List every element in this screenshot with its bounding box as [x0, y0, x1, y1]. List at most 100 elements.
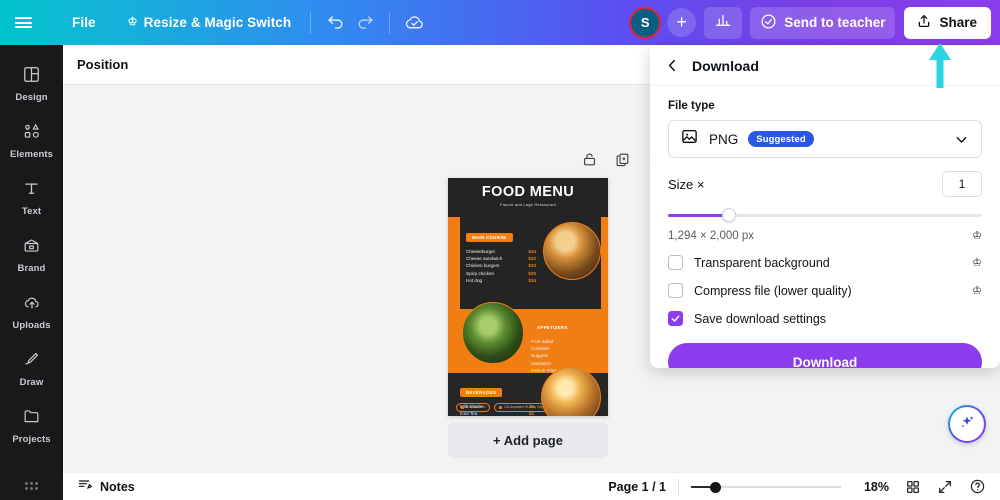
- option-save-download-settings[interactable]: Save download settings: [668, 311, 982, 326]
- sidebar-item-brand[interactable]: Brand: [0, 226, 63, 283]
- file-type-label: File type: [668, 100, 715, 112]
- sidebar-item-text[interactable]: Text: [0, 169, 63, 226]
- add-collaborator-button[interactable]: +: [667, 8, 697, 37]
- more-apps-icon[interactable]: [25, 482, 38, 490]
- download-button[interactable]: Download: [668, 343, 982, 368]
- checkbox-checked[interactable]: [668, 311, 683, 326]
- menu-section-appetizers: APPETIZERS Fruit Salad $3 Cocktails $2 Nug…: [531, 316, 601, 374]
- menu-item-name: Cheeseburger: [466, 249, 496, 254]
- send-to-teacher-label: Send to teacher: [784, 15, 886, 30]
- design-title: FOOD MENU: [481, 184, 575, 200]
- help-icon[interactable]: [969, 478, 986, 495]
- menu-item-name: Spicy chicken: [466, 270, 495, 276]
- cloud-saved-icon[interactable]: [399, 8, 429, 38]
- design-footer: 123-456-7890 123 Anywhere St., Any City: [456, 402, 548, 412]
- size-input[interactable]: 1: [942, 171, 982, 197]
- canva-editor: File ♔ Resize & Magic Switch S + Send to…: [0, 0, 1000, 500]
- menu-item: Chicken burgers $33: [466, 262, 536, 269]
- fullscreen-icon[interactable]: [937, 479, 953, 495]
- zoom-slider[interactable]: [691, 480, 841, 494]
- output-dimensions-row: 1,294 × 2,000 px ♔: [668, 229, 982, 243]
- send-to-teacher-button[interactable]: Send to teacher: [750, 6, 896, 39]
- download-panel-title: Download: [692, 57, 759, 74]
- share-label: Share: [939, 15, 977, 30]
- avatar[interactable]: S: [625, 3, 665, 43]
- menu-item-price: $34: [528, 277, 536, 283]
- analytics-button[interactable]: [704, 6, 743, 39]
- bottom-bar: Notes Page 1 / 1 18%: [63, 472, 1000, 500]
- menu-item: Cocktails $2: [531, 345, 601, 352]
- undo-icon[interactable]: [320, 8, 350, 38]
- add-page-button[interactable]: + Add page: [448, 422, 608, 458]
- menu-item-name: Sandwich: [531, 360, 551, 366]
- magic-studio-button[interactable]: [948, 405, 986, 443]
- lock-icon[interactable]: [581, 151, 598, 168]
- sidebar-item-label: Projects: [12, 433, 51, 445]
- chevron-down-icon[interactable]: [953, 131, 970, 148]
- size-slider[interactable]: [668, 208, 982, 222]
- sidebar-item-label: Elements: [9, 148, 54, 160]
- share-button[interactable]: Share: [904, 6, 991, 39]
- file-type-value: PNG: [709, 131, 739, 147]
- sidebar-item-uploads[interactable]: Uploads: [0, 283, 63, 340]
- menu-item: Nuggets $4: [531, 352, 601, 359]
- menu-item-price: $32: [528, 256, 536, 262]
- output-dimensions: 1,294 × 2,000 px: [668, 229, 755, 242]
- design-page-thumbnail[interactable]: FOOD MENU Faucet and Lage Restaurant MAI…: [448, 178, 608, 416]
- share-upload-icon: [916, 13, 932, 32]
- back-chevron-icon[interactable]: [664, 57, 681, 74]
- sidebar-item-label: Text: [21, 205, 42, 217]
- redo-icon[interactable]: [350, 8, 380, 38]
- checkbox[interactable]: [668, 255, 683, 270]
- crown-icon: ♔: [127, 16, 138, 28]
- avatar-initial: S: [630, 8, 660, 37]
- file-type-select[interactable]: PNG Suggested: [668, 120, 982, 158]
- download-panel-header: Download: [650, 46, 1000, 86]
- menu-item-price: $4: [595, 353, 601, 359]
- menu-item-price: $33: [528, 263, 536, 269]
- notes-button[interactable]: Notes: [77, 477, 135, 496]
- notes-label: Notes: [100, 479, 135, 494]
- design-subtitle: Faucet and Lage Restaurant: [500, 202, 556, 207]
- suggested-badge: Suggested: [748, 131, 814, 147]
- menu-item-price: $3: [595, 360, 601, 366]
- sidebar-item-elements[interactable]: Elements: [0, 112, 63, 169]
- option-label: Transparent background: [694, 255, 830, 270]
- divider: [389, 11, 391, 34]
- menu-item-name: Cheese sandwich: [466, 256, 503, 262]
- option-label: Save download settings: [694, 311, 827, 326]
- option-label: Compress file (lower quality): [694, 283, 852, 298]
- menu-item: Fruit Salad $3: [531, 338, 601, 345]
- position-button[interactable]: Position: [77, 57, 128, 72]
- file-menu-button[interactable]: File: [62, 9, 106, 36]
- divider: [678, 478, 679, 495]
- duplicate-icon[interactable]: [614, 151, 631, 168]
- sidebar-item-design[interactable]: Design: [0, 55, 63, 112]
- option-compress-file[interactable]: Compress file (lower quality) ♔: [668, 283, 982, 298]
- contact-address-badge: 123 Anywhere St., Any City: [494, 402, 548, 412]
- check-circle-icon: [760, 13, 777, 33]
- menu-item-price: $34: [528, 249, 536, 254]
- menu-item-price: $2: [595, 346, 601, 352]
- checkbox[interactable]: [668, 283, 683, 298]
- address-text: 123 Anywhere St., Any City: [504, 405, 543, 410]
- draw-icon: [22, 350, 41, 374]
- sidebar-item-label: Design: [15, 91, 48, 103]
- resize-magic-switch-button[interactable]: ♔ Resize & Magic Switch: [118, 9, 302, 36]
- divider: [310, 11, 312, 34]
- grid-view-icon[interactable]: [905, 479, 921, 495]
- sidebar-item-draw[interactable]: Draw: [0, 340, 63, 397]
- file-menu-label: File: [72, 15, 96, 30]
- size-slider-knob[interactable]: [722, 208, 736, 222]
- zoom-knob[interactable]: [710, 481, 721, 493]
- menu-section-main-course: MAIN COURSE Cheeseburger $34 Cheese sandw…: [466, 226, 536, 284]
- magic-studio-sparkle-icon: [957, 412, 977, 437]
- hamburger-icon[interactable]: [0, 15, 46, 31]
- sidebar-item-projects[interactable]: Projects: [0, 397, 63, 454]
- menu-item: Spicy chicken $30: [466, 270, 536, 277]
- option-transparent-background[interactable]: Transparent background ♔: [668, 255, 982, 270]
- menu-item: Cheese sandwich $32: [466, 255, 536, 262]
- crown-icon: ♔: [972, 230, 982, 242]
- phone-text: 123-456-7890: [465, 405, 486, 410]
- zoom-value[interactable]: 18%: [855, 480, 889, 494]
